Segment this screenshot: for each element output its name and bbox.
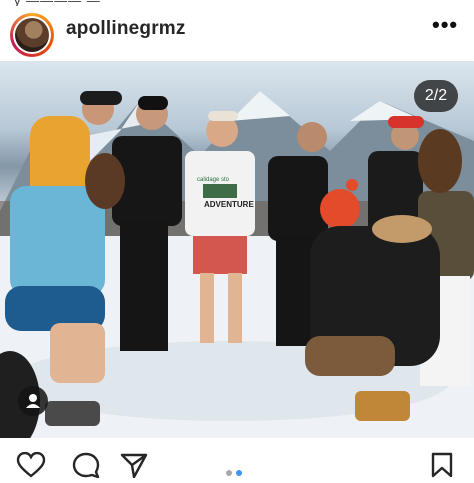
user-tag-icon[interactable] <box>18 386 48 416</box>
carousel-dots <box>226 463 246 481</box>
carousel-dot-active[interactable] <box>236 470 242 476</box>
heart-icon[interactable] <box>16 451 46 483</box>
bookmark-icon[interactable] <box>430 452 454 483</box>
post-header: apollinegrmz ••• <box>0 6 474 57</box>
tshirt-text-main: ADVENTURE <box>204 200 254 209</box>
photo-illustration: calidage sto ADVENTURE <box>0 91 474 438</box>
tshirt-text-top: calidage sto <box>197 177 230 183</box>
username[interactable]: apollinegrmz <box>66 18 186 40</box>
comment-icon[interactable] <box>72 452 100 483</box>
share-icon[interactable] <box>120 452 148 483</box>
profile-avatar[interactable] <box>10 13 54 57</box>
image-counter: 2/2 <box>414 80 458 112</box>
post-photo[interactable]: calidage sto ADVENTURE 2/2 <box>0 61 474 438</box>
more-options-icon[interactable]: ••• <box>432 12 458 38</box>
carousel-dot[interactable] <box>226 470 232 476</box>
